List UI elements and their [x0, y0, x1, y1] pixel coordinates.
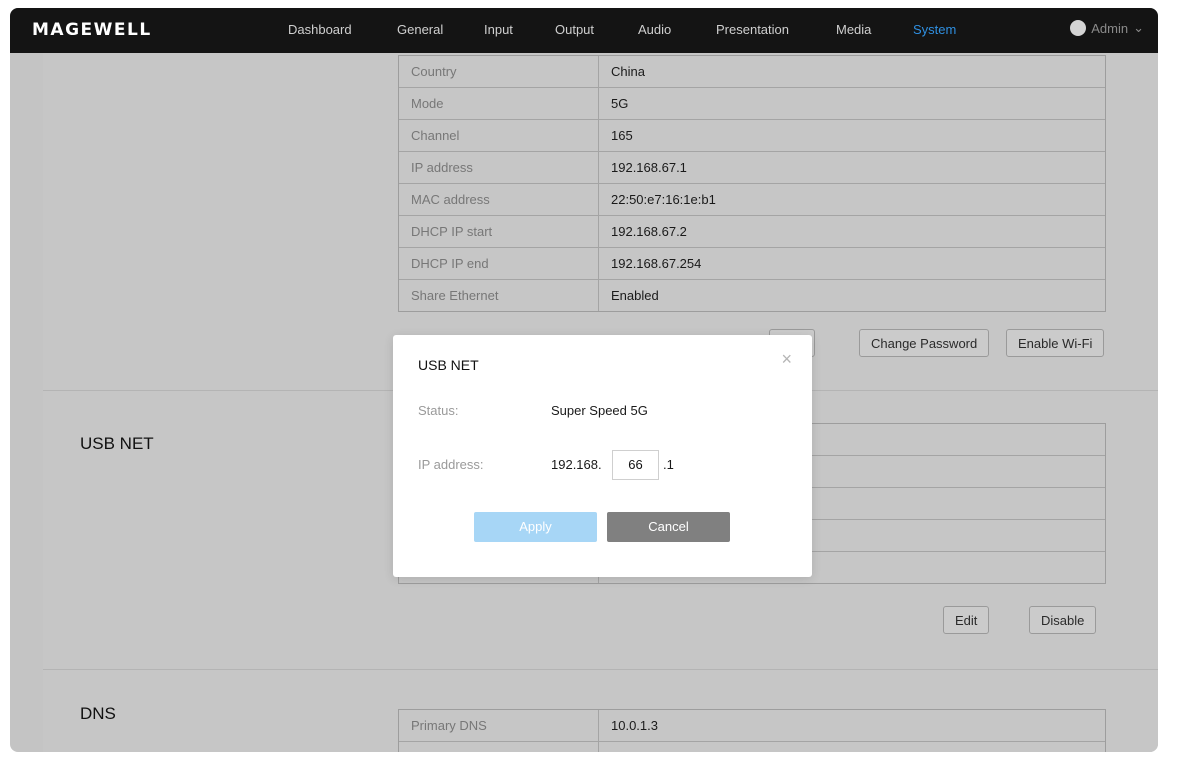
usb-net-disable-button[interactable]: Disable — [1029, 606, 1097, 634]
top-nav: MAGEWELL Dashboard General Input Output … — [10, 8, 1158, 53]
row-value: Enabled — [611, 288, 659, 303]
row-label: Secondary DNS — [399, 742, 599, 752]
row-value: 5G — [611, 96, 629, 111]
nav-presentation[interactable]: Presentation — [716, 22, 789, 37]
usb-net-dialog: USB NET × Status: Super Speed 5G IP addr… — [393, 335, 812, 577]
status-label: Status: — [418, 403, 459, 418]
ip-suffix: .1 — [663, 457, 674, 472]
row-label: Share Ethernet — [399, 280, 599, 311]
nav-audio[interactable]: Audio — [638, 22, 671, 37]
row-label: Primary DNS — [399, 710, 599, 741]
table-row: IP address 192.168.67.1 — [399, 152, 1105, 184]
nav-input[interactable]: Input — [484, 22, 513, 37]
row-label: DHCP IP end — [399, 248, 599, 279]
table-row: MAC address 22:50:e7:16:1e:b1 — [399, 184, 1105, 216]
nav-output[interactable]: Output — [555, 22, 594, 37]
row-value: 165 — [611, 128, 633, 143]
row-value: 192.168.67.2 — [611, 224, 687, 239]
close-icon[interactable]: × — [781, 349, 792, 370]
nav-dashboard[interactable]: Dashboard — [288, 22, 352, 37]
row-label: Country — [399, 56, 599, 87]
nav-general[interactable]: General — [397, 22, 443, 37]
wifi-info-table: Country China Mode 5G Channel 165 IP add… — [398, 55, 1106, 312]
row-value: 22:50:e7:16:1e:b1 — [611, 192, 716, 207]
user-menu[interactable]: Admin ⌄ — [1070, 20, 1144, 36]
table-row: DHCP IP end 192.168.67.254 — [399, 248, 1105, 280]
table-row: Mode 5G — [399, 88, 1105, 120]
table-row: DHCP IP start 192.168.67.2 — [399, 216, 1105, 248]
table-row: Channel 165 — [399, 120, 1105, 152]
row-value: 10.0.1.3 — [611, 718, 658, 733]
row-label: Mode — [399, 88, 599, 119]
user-name: Admin — [1091, 20, 1129, 36]
change-password-button[interactable]: Change Password — [859, 329, 990, 357]
chevron-down-icon: ⌄ — [1133, 20, 1144, 35]
ip-prefix: 192.168. — [551, 457, 602, 472]
table-row: Country China — [399, 56, 1105, 88]
magewell-logo[interactable]: MAGEWELL — [32, 20, 152, 40]
cancel-button[interactable]: Cancel — [607, 512, 730, 542]
dns-table: Primary DNS 10.0.1.3 Secondary DNS 119.2… — [398, 709, 1106, 752]
row-value: China — [611, 64, 645, 79]
apply-button[interactable]: Apply — [474, 512, 597, 542]
nav-media[interactable]: Media — [836, 22, 871, 37]
ip-address-label: IP address: — [418, 457, 484, 472]
user-avatar-icon — [1070, 20, 1087, 36]
dialog-title: USB NET — [418, 357, 479, 373]
row-value: 192.168.67.1 — [611, 160, 687, 175]
table-row: Primary DNS 10.0.1.3 — [399, 710, 1105, 742]
usb-net-section-title: USB NET — [80, 434, 154, 453]
table-row: Share Ethernet Enabled — [399, 280, 1105, 311]
row-label: Channel — [399, 120, 599, 151]
ip-octet-input[interactable]: 66 — [612, 450, 659, 480]
dns-section-title: DNS — [80, 704, 116, 723]
row-label: MAC address — [399, 184, 599, 215]
row-label: DHCP IP start — [399, 216, 599, 247]
nav-system[interactable]: System — [913, 22, 956, 37]
row-label: IP address — [399, 152, 599, 183]
usb-net-edit-button[interactable]: Edit — [943, 606, 990, 634]
section-divider — [43, 669, 1158, 670]
row-value: 192.168.67.254 — [611, 256, 702, 271]
table-row: Secondary DNS 119.29.29.29 — [399, 742, 1105, 752]
enable-wifi-button[interactable]: Enable Wi-Fi — [1006, 329, 1105, 357]
status-value: Super Speed 5G — [551, 403, 648, 418]
row-value: 119.29.29.29 — [599, 742, 686, 752]
